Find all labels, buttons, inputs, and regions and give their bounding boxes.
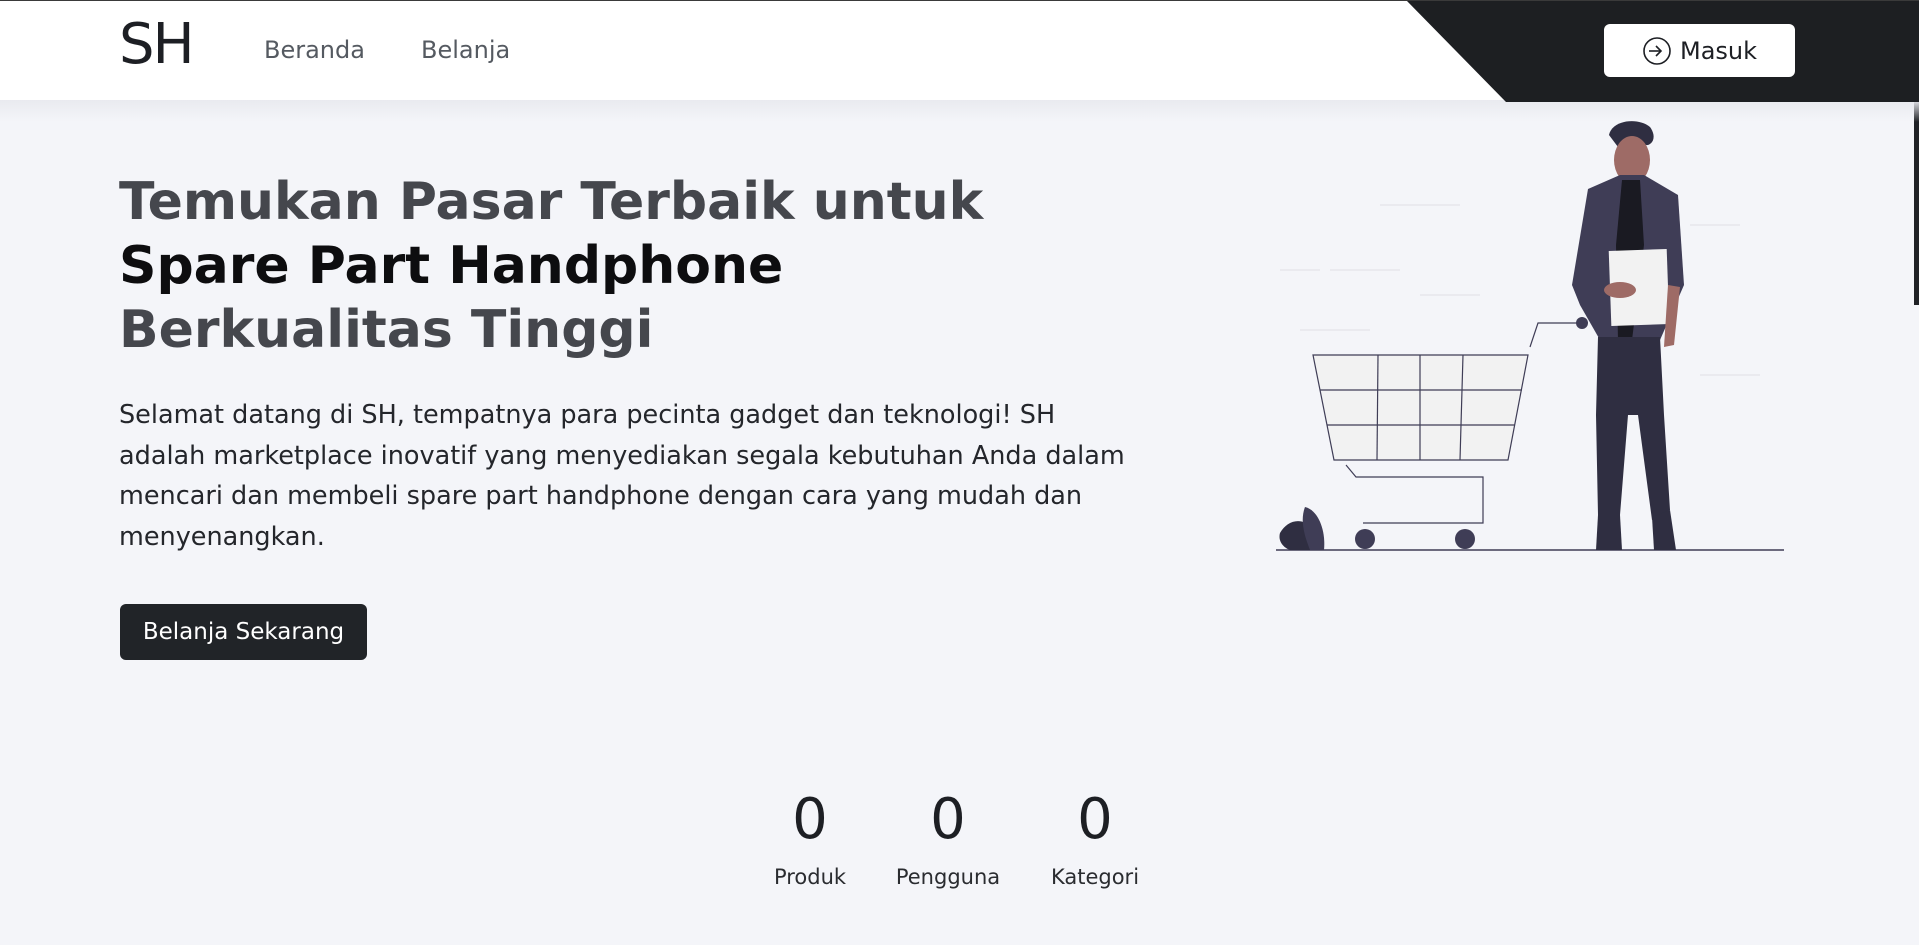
shop-now-button[interactable]: Belanja Sekarang <box>120 604 367 660</box>
stat-value: 0 <box>930 787 966 852</box>
hero-description: Selamat datang di SH, tempatnya para pec… <box>119 400 1125 552</box>
navbar-shadow <box>0 100 1919 122</box>
site-logo[interactable]: SH <box>119 12 195 77</box>
login-icon <box>1643 36 1671 65</box>
stat-label: Pengguna <box>895 865 1001 889</box>
stat-kategori: 0 Kategori <box>1045 785 1145 889</box>
scrollbar-thumb[interactable] <box>1914 100 1919 305</box>
login-button[interactable]: Masuk <box>1604 24 1795 77</box>
stat-value: 0 <box>1077 787 1113 852</box>
stat-pengguna: 0 Pengguna <box>890 785 1006 889</box>
login-label: Masuk <box>1679 36 1758 65</box>
stat-value: 0 <box>792 787 828 852</box>
nav-link-beranda[interactable]: Beranda <box>264 36 365 64</box>
stat-label: Kategori <box>1050 865 1140 889</box>
hero-title-highlight: Spare Part Handphone <box>119 236 784 296</box>
hero-title-line1: Temukan Pasar Terbaik untuk <box>119 172 984 232</box>
stat-label: Produk <box>773 865 847 889</box>
top-border <box>0 0 1919 1</box>
nav-link-belanja[interactable]: Belanja <box>421 36 510 64</box>
stat-produk: 0 Produk <box>770 785 850 889</box>
hero-title: Temukan Pasar Terbaik untuk Spare Part H… <box>119 170 1119 362</box>
hero-title-rest: Berkualitas Tinggi <box>119 300 654 360</box>
shopping-cart-illustration <box>1276 121 1784 551</box>
